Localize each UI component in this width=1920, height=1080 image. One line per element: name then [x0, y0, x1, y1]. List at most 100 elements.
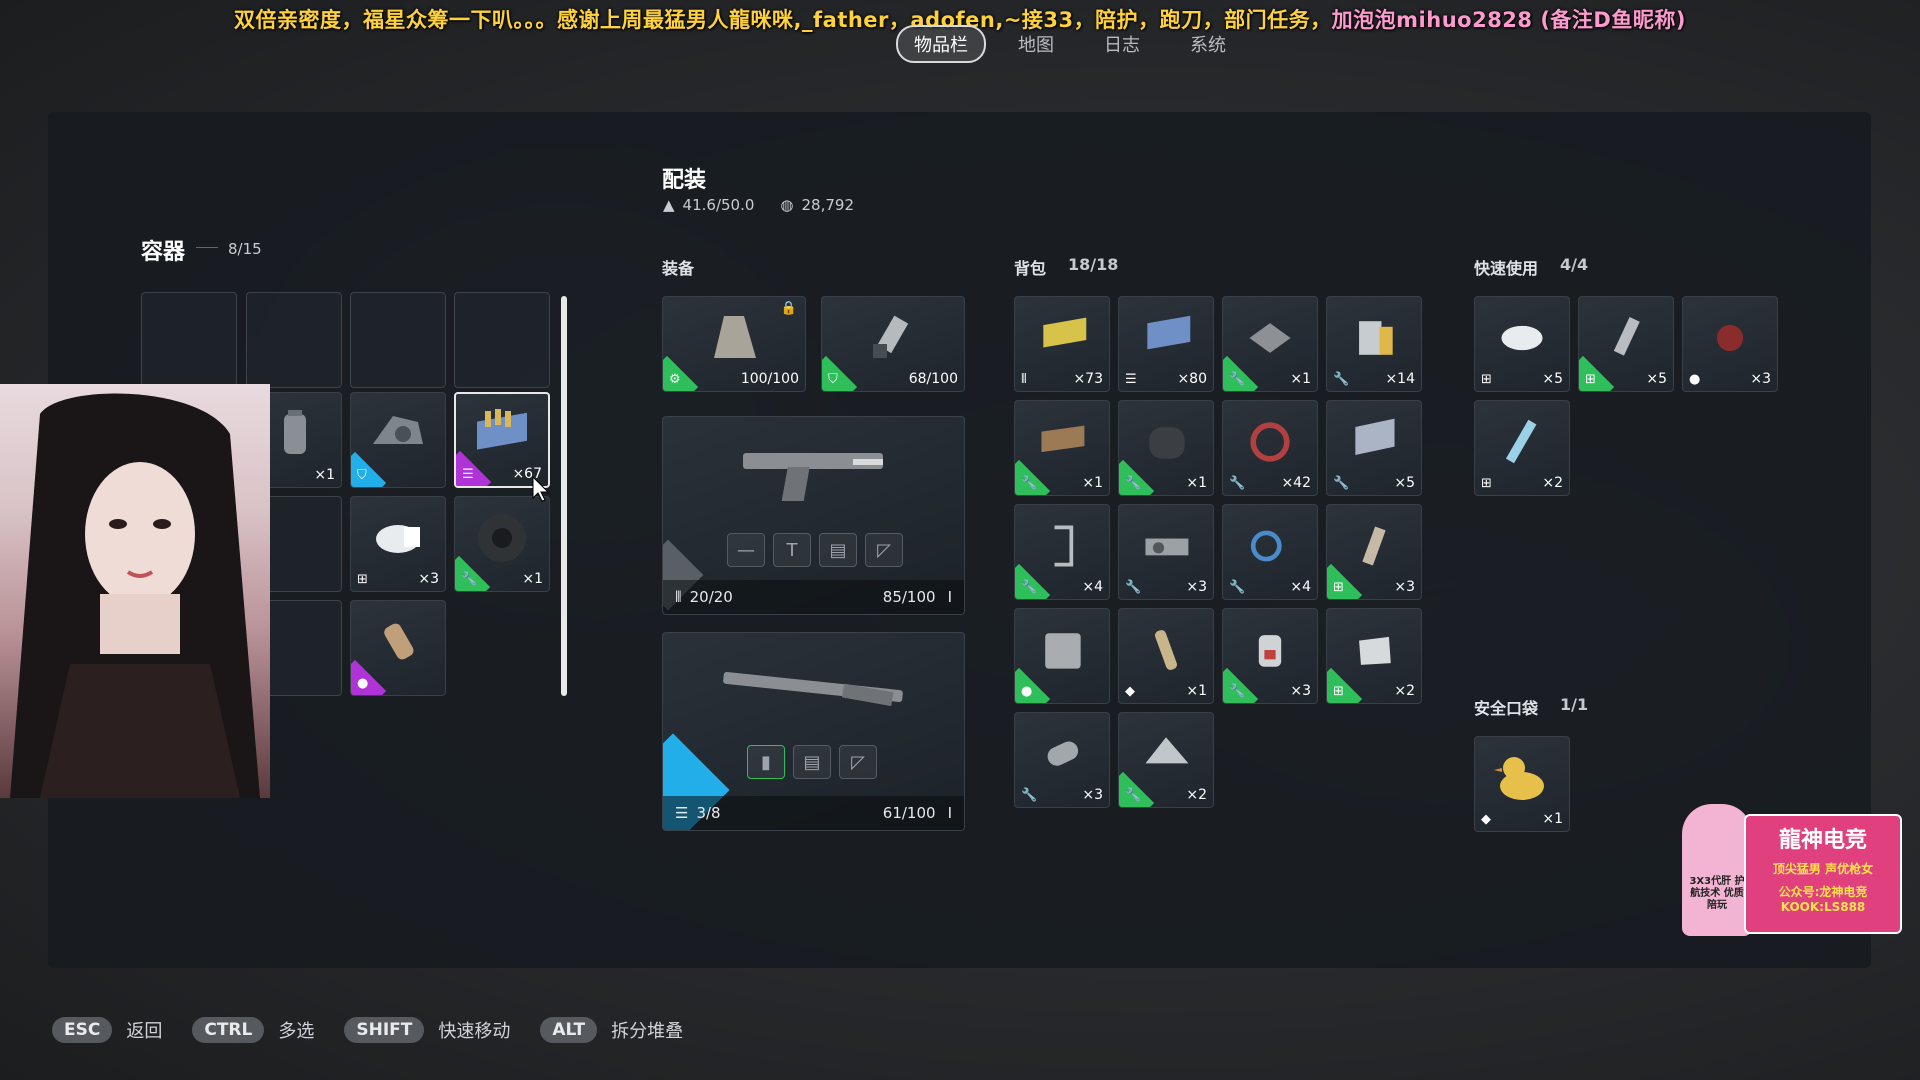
backpack-item[interactable]: ⊞ ×3 [1326, 504, 1422, 600]
backpack-item[interactable]: 🔧 ×4 [1222, 504, 1318, 600]
attachment-muzzle[interactable]: — [727, 533, 765, 567]
mouse-cursor-icon [532, 476, 550, 502]
bunny-mascot [1682, 804, 1752, 936]
backpack-item[interactable]: ⦀ ×73 [1014, 296, 1110, 392]
item-type-icon: ⊞ [1333, 684, 1344, 699]
equipment-label: 装备 [662, 259, 695, 278]
item-type-icon: 🔧 [1021, 476, 1038, 491]
backpack-item[interactable]: 🔧 ×42 [1222, 400, 1318, 496]
backpack-item[interactable]: ● [1014, 608, 1110, 704]
quick-use-item[interactable]: ⊞ ×5 [1474, 296, 1570, 392]
gem-icon: ◆ [1481, 812, 1491, 827]
attachment-mag[interactable]: ▤ [793, 745, 831, 779]
item-qty: ×5 [1394, 475, 1415, 491]
secondary-weapon-footer: ☰ 3/8 61/100 I [663, 796, 964, 830]
quick-use-item[interactable]: ⊞ ×2 [1474, 400, 1570, 496]
secondary-weapon-slot[interactable]: ▮ ▤ ◸ ☰ 3/8 61/100 I [662, 632, 965, 831]
quick-use-count: 4/4 [1560, 255, 1589, 274]
item-icon [1145, 737, 1189, 764]
attachment-stock[interactable]: ◸ [839, 745, 877, 779]
primary-weapon-slot[interactable]: — T ▤ ◸ ⦀ 20/20 85/100 I [662, 416, 965, 615]
backpack-item[interactable]: ☰ ×80 [1118, 296, 1214, 392]
item-qty: ×80 [1177, 371, 1207, 387]
quick-use-item[interactable]: ● ×3 [1682, 296, 1778, 392]
tab-system[interactable]: 系统 [1172, 25, 1244, 63]
backpack-item[interactable]: ◆ ×1 [1118, 608, 1214, 704]
currency-icon: ◍ [780, 196, 794, 214]
quick-use-item[interactable]: ⊞ ×5 [1578, 296, 1674, 392]
armor-slot[interactable]: 🔒 ⚙ 100/100 [662, 296, 806, 392]
rubber-duck-icon [1494, 757, 1544, 801]
backpack-item[interactable]: 🔧 ×1 [1118, 400, 1214, 496]
item-qty: ×5 [1646, 371, 1667, 387]
durability-bar-icon: I [947, 588, 952, 606]
tab-log[interactable]: 日志 [1086, 25, 1158, 63]
safe-pocket-count: 1/1 [1560, 695, 1589, 714]
hotkey-alt[interactable]: ALT 拆分堆叠 [540, 1017, 683, 1043]
tab-map[interactable]: 地图 [1000, 25, 1072, 63]
item-qty: ×1 [1082, 475, 1103, 491]
item-qty: ×3 [418, 571, 439, 587]
item-icon [1716, 325, 1744, 352]
item-type-icon: 🔧 [1229, 372, 1246, 387]
item-icon [1613, 317, 1640, 356]
item-qty: ×3 [1394, 579, 1415, 595]
bandage-icon [376, 525, 420, 554]
item-icon [1250, 530, 1282, 562]
item-qty: ×4 [1082, 579, 1103, 595]
backpack-item[interactable]: 🔧 ×1 [1222, 296, 1318, 392]
hotkey-esc[interactable]: ESC 返回 [52, 1017, 162, 1043]
item-type-icon: ⦀ [1021, 372, 1027, 387]
streamer-portrait [10, 393, 260, 798]
backpack-item[interactable]: 🔧 ×1 [1014, 400, 1110, 496]
item-qty: ×1 [1542, 811, 1563, 827]
item-icon [1147, 316, 1191, 350]
container-slot-empty[interactable] [246, 292, 342, 388]
logo-line1: 顶尖猛男 声优枪女 [1772, 862, 1874, 876]
divider [196, 247, 218, 248]
tab-inventory[interactable]: 物品栏 [896, 25, 986, 63]
backpack-item[interactable]: 🔧 ×2 [1118, 712, 1214, 808]
item-type-icon: ● [1689, 372, 1701, 387]
item-qty: ×1 [314, 467, 335, 483]
item-icon [1041, 425, 1085, 453]
container-title: 容器 [141, 240, 186, 265]
item-icon [1355, 418, 1395, 456]
backpack-item[interactable]: ⊞ ×2 [1326, 608, 1422, 704]
container-slot-empty[interactable] [350, 292, 446, 388]
item-type-icon: ● [1021, 684, 1033, 699]
secondary-ammo: 3/8 [696, 804, 721, 822]
container-item-4[interactable]: ⊞ ×3 [350, 496, 446, 592]
backpack-item[interactable]: 🔧 ×5 [1326, 400, 1422, 496]
logo-line2: 公众号:龙神电竞 [1778, 885, 1868, 899]
item-icon [1250, 422, 1290, 462]
hotkey-shift[interactable]: SHIFT 快速移动 [344, 1017, 510, 1043]
helmet-slot[interactable]: ⛉ 68/100 [821, 296, 965, 392]
item-icon [1054, 525, 1074, 567]
tape-roll-icon [478, 514, 526, 563]
attachment-mag[interactable]: ▤ [819, 533, 857, 567]
container-item-2[interactable]: ⛉ [350, 392, 446, 488]
rarity-corner [822, 355, 858, 391]
container-item-5[interactable]: 🔧 ×1 [454, 496, 550, 592]
backpack-item[interactable]: 🔧 ×4 [1014, 504, 1110, 600]
container-slot-empty[interactable] [454, 292, 550, 388]
backpack-item[interactable]: 🔧 ×3 [1222, 608, 1318, 704]
attachment-grip[interactable]: ◸ [865, 533, 903, 567]
container-item-3[interactable]: ☰ ×67 [454, 392, 550, 488]
backpack-item[interactable]: 🔧 ×14 [1326, 296, 1422, 392]
attachment-barrel[interactable]: ▮ [747, 745, 785, 779]
safe-pocket-item[interactable]: ◆ ×1 [1474, 736, 1570, 832]
backpack-item[interactable]: 🔧 ×3 [1014, 712, 1110, 808]
item-icon [1501, 326, 1543, 351]
container-item-6[interactable]: ● [350, 600, 446, 696]
item-type-icon: ⊞ [1333, 580, 1344, 595]
container-slot-empty[interactable] [141, 292, 237, 388]
hotkey-ctrl[interactable]: CTRL 多选 [192, 1017, 314, 1043]
backpack-item[interactable]: 🔧 ×3 [1118, 504, 1214, 600]
container-scrollbar[interactable] [561, 296, 567, 696]
grenade-icon [384, 623, 414, 660]
shield-icon: ⛉ [357, 468, 367, 483]
attachment-scope[interactable]: T [773, 533, 811, 567]
item-qty: ×1 [1290, 371, 1311, 387]
